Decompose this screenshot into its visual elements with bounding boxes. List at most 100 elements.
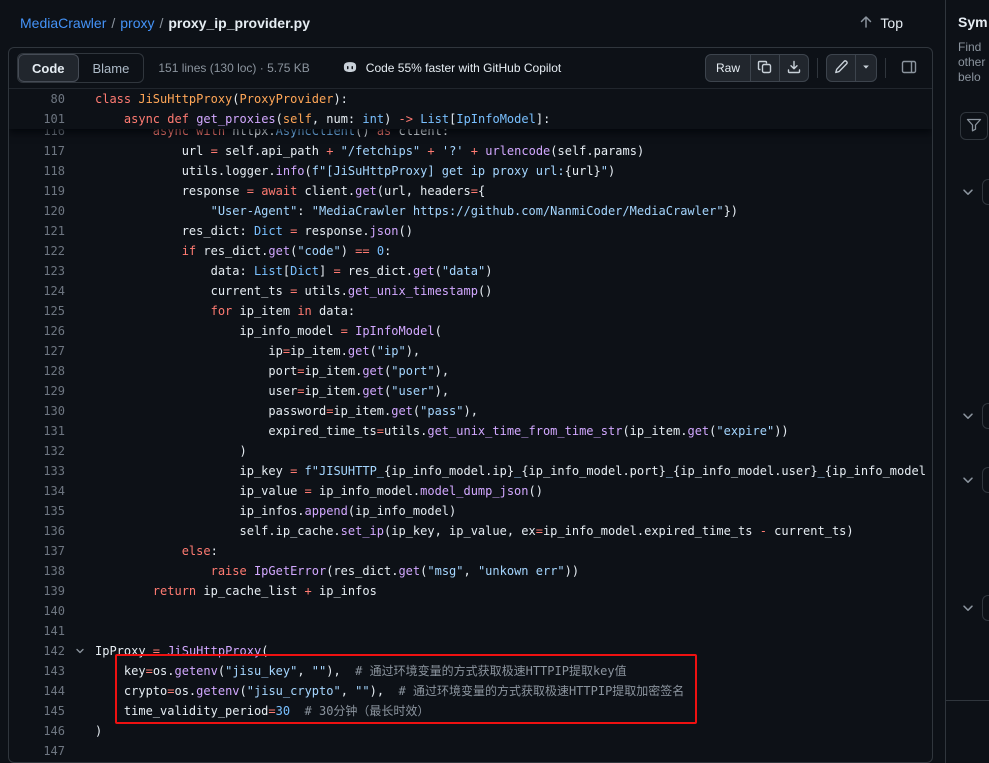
line-number[interactable]: 130	[9, 401, 65, 421]
line-number[interactable]: 147	[9, 741, 65, 761]
code-tab[interactable]: Code	[18, 54, 79, 82]
code-line: 126 ip_info_model = IpInfoModel(	[9, 321, 932, 341]
code-text: else:	[95, 541, 932, 561]
fold-gutter	[65, 441, 95, 461]
fold-gutter	[65, 661, 95, 681]
code-line: 125 for ip_item in data:	[9, 301, 932, 321]
line-number[interactable]: 136	[9, 521, 65, 541]
fold-gutter	[65, 361, 95, 381]
download-button[interactable]	[779, 54, 809, 82]
caret-down-icon	[860, 61, 872, 76]
line-number[interactable]: 122	[9, 241, 65, 261]
code-text: res_dict: Dict = response.json()	[95, 221, 932, 241]
breadcrumb-separator: /	[111, 15, 115, 31]
symbols-description-line: Find	[946, 40, 989, 55]
code-line: 137 else:	[9, 541, 932, 561]
line-number[interactable]: 135	[9, 501, 65, 521]
line-number[interactable]: 143	[9, 661, 65, 681]
fold-gutter	[65, 541, 95, 561]
back-to-top-button[interactable]: Top	[852, 13, 909, 34]
line-number[interactable]: 144	[9, 681, 65, 701]
fold-gutter	[65, 421, 95, 441]
line-number[interactable]: 118	[9, 161, 65, 181]
fold-gutter	[65, 521, 95, 541]
edit-button-group	[826, 54, 877, 82]
fold-gutter	[65, 481, 95, 501]
line-number[interactable]: 129	[9, 381, 65, 401]
code-text: utils.logger.info(f"[JiSuHttpProxy] get …	[95, 161, 932, 181]
toolbar-divider	[885, 58, 886, 78]
chevron-down-icon[interactable]	[960, 184, 976, 203]
code-line: 80 class JiSuHttpProxy(ProxyProvider):	[9, 89, 932, 109]
sticky-lines: 80 class JiSuHttpProxy(ProxyProvider): 101…	[9, 89, 932, 129]
code-line: 122 if res_dict.get("code") == 0:	[9, 241, 932, 261]
code-text: user=ip_item.get("user"),	[95, 381, 932, 401]
line-number[interactable]: 146	[9, 721, 65, 741]
fold-gutter	[65, 581, 95, 601]
code-line: 138 raise IpGetError(res_dict.get("msg",…	[9, 561, 932, 581]
code-text: class JiSuHttpProxy(ProxyProvider):	[95, 89, 932, 109]
code-line: 136 self.ip_cache.set_ip(ip_key, ip_valu…	[9, 521, 932, 541]
line-number[interactable]: 138	[9, 561, 65, 581]
code-line: 131 expired_time_ts=utils.get_unix_time_…	[9, 421, 932, 441]
code-line: 141	[9, 621, 932, 641]
copy-button[interactable]	[750, 54, 780, 82]
line-number[interactable]: 126	[9, 321, 65, 341]
breadcrumb-folder-link[interactable]: proxy	[120, 15, 154, 31]
line-number[interactable]: 140	[9, 601, 65, 621]
edit-button[interactable]	[826, 54, 856, 82]
code-line: 143 key=os.getenv("jisu_key", ""), # 通过环…	[9, 661, 932, 681]
line-number[interactable]: 128	[9, 361, 65, 381]
line-number[interactable]: 119	[9, 181, 65, 201]
line-number[interactable]: 141	[9, 621, 65, 641]
line-number[interactable]: 139	[9, 581, 65, 601]
code-line: 129 user=ip_item.get("user"),	[9, 381, 932, 401]
fold-gutter	[65, 741, 95, 761]
code-line: 118 utils.logger.info(f"[JiSuHttpProxy] …	[9, 161, 932, 181]
symbols-panel: Sym Find other belo	[945, 0, 989, 763]
code-text	[95, 621, 932, 641]
copilot-promo-label: Code 55% faster with GitHub Copilot	[366, 61, 561, 75]
line-number[interactable]: 142	[9, 641, 65, 661]
code-line: 132 )	[9, 441, 932, 461]
line-number[interactable]: 145	[9, 701, 65, 721]
chevron-down-icon[interactable]	[960, 600, 976, 619]
line-number[interactable]: 121	[9, 221, 65, 241]
breadcrumb-repo-link[interactable]: MediaCrawler	[20, 15, 106, 31]
edit-dropdown-button[interactable]	[855, 54, 877, 82]
code-text: )	[95, 441, 932, 461]
code-line: 124 current_ts = utils.get_unix_timestam…	[9, 281, 932, 301]
line-number[interactable]: 123	[9, 261, 65, 281]
symbols-panel-title: Sym	[946, 0, 989, 30]
fold-gutter	[65, 281, 95, 301]
line-number[interactable]: 133	[9, 461, 65, 481]
fold-gutter	[65, 381, 95, 401]
line-number[interactable]: 80	[9, 89, 65, 109]
fold-chevron-icon[interactable]	[65, 641, 95, 661]
line-number[interactable]: 117	[9, 141, 65, 161]
line-number[interactable]: 131	[9, 421, 65, 441]
code-line: 140	[9, 601, 932, 621]
symbols-panel-toggle-button[interactable]	[894, 54, 924, 82]
line-number[interactable]: 127	[9, 341, 65, 361]
code-text: crypto=os.getenv("jisu_crypto", ""), # 通…	[95, 681, 932, 701]
code-text: ip_infos.append(ip_info_model)	[95, 501, 932, 521]
line-number[interactable]: 134	[9, 481, 65, 501]
line-number[interactable]: 120	[9, 201, 65, 221]
line-number[interactable]: 125	[9, 301, 65, 321]
raw-button[interactable]: Raw	[705, 54, 751, 82]
code-text: raise IpGetError(res_dict.get("msg", "un…	[95, 561, 932, 581]
filter-button[interactable]	[960, 112, 988, 140]
chevron-down-icon[interactable]	[960, 408, 976, 427]
blame-tab[interactable]: Blame	[79, 54, 144, 82]
line-number[interactable]: 132	[9, 441, 65, 461]
code-text: time_validity_period=30 # 30分钟（最长时效）	[95, 701, 932, 721]
copilot-promo[interactable]: Code 55% faster with GitHub Copilot	[336, 58, 567, 79]
chevron-down-icon[interactable]	[960, 472, 976, 491]
line-number[interactable]: 101	[9, 109, 65, 129]
code-line: 128 port=ip_item.get("port"),	[9, 361, 932, 381]
line-number[interactable]: 137	[9, 541, 65, 561]
code-line: 139 return ip_cache_list + ip_infos	[9, 581, 932, 601]
line-number[interactable]: 124	[9, 281, 65, 301]
fold-gutter	[65, 701, 95, 721]
